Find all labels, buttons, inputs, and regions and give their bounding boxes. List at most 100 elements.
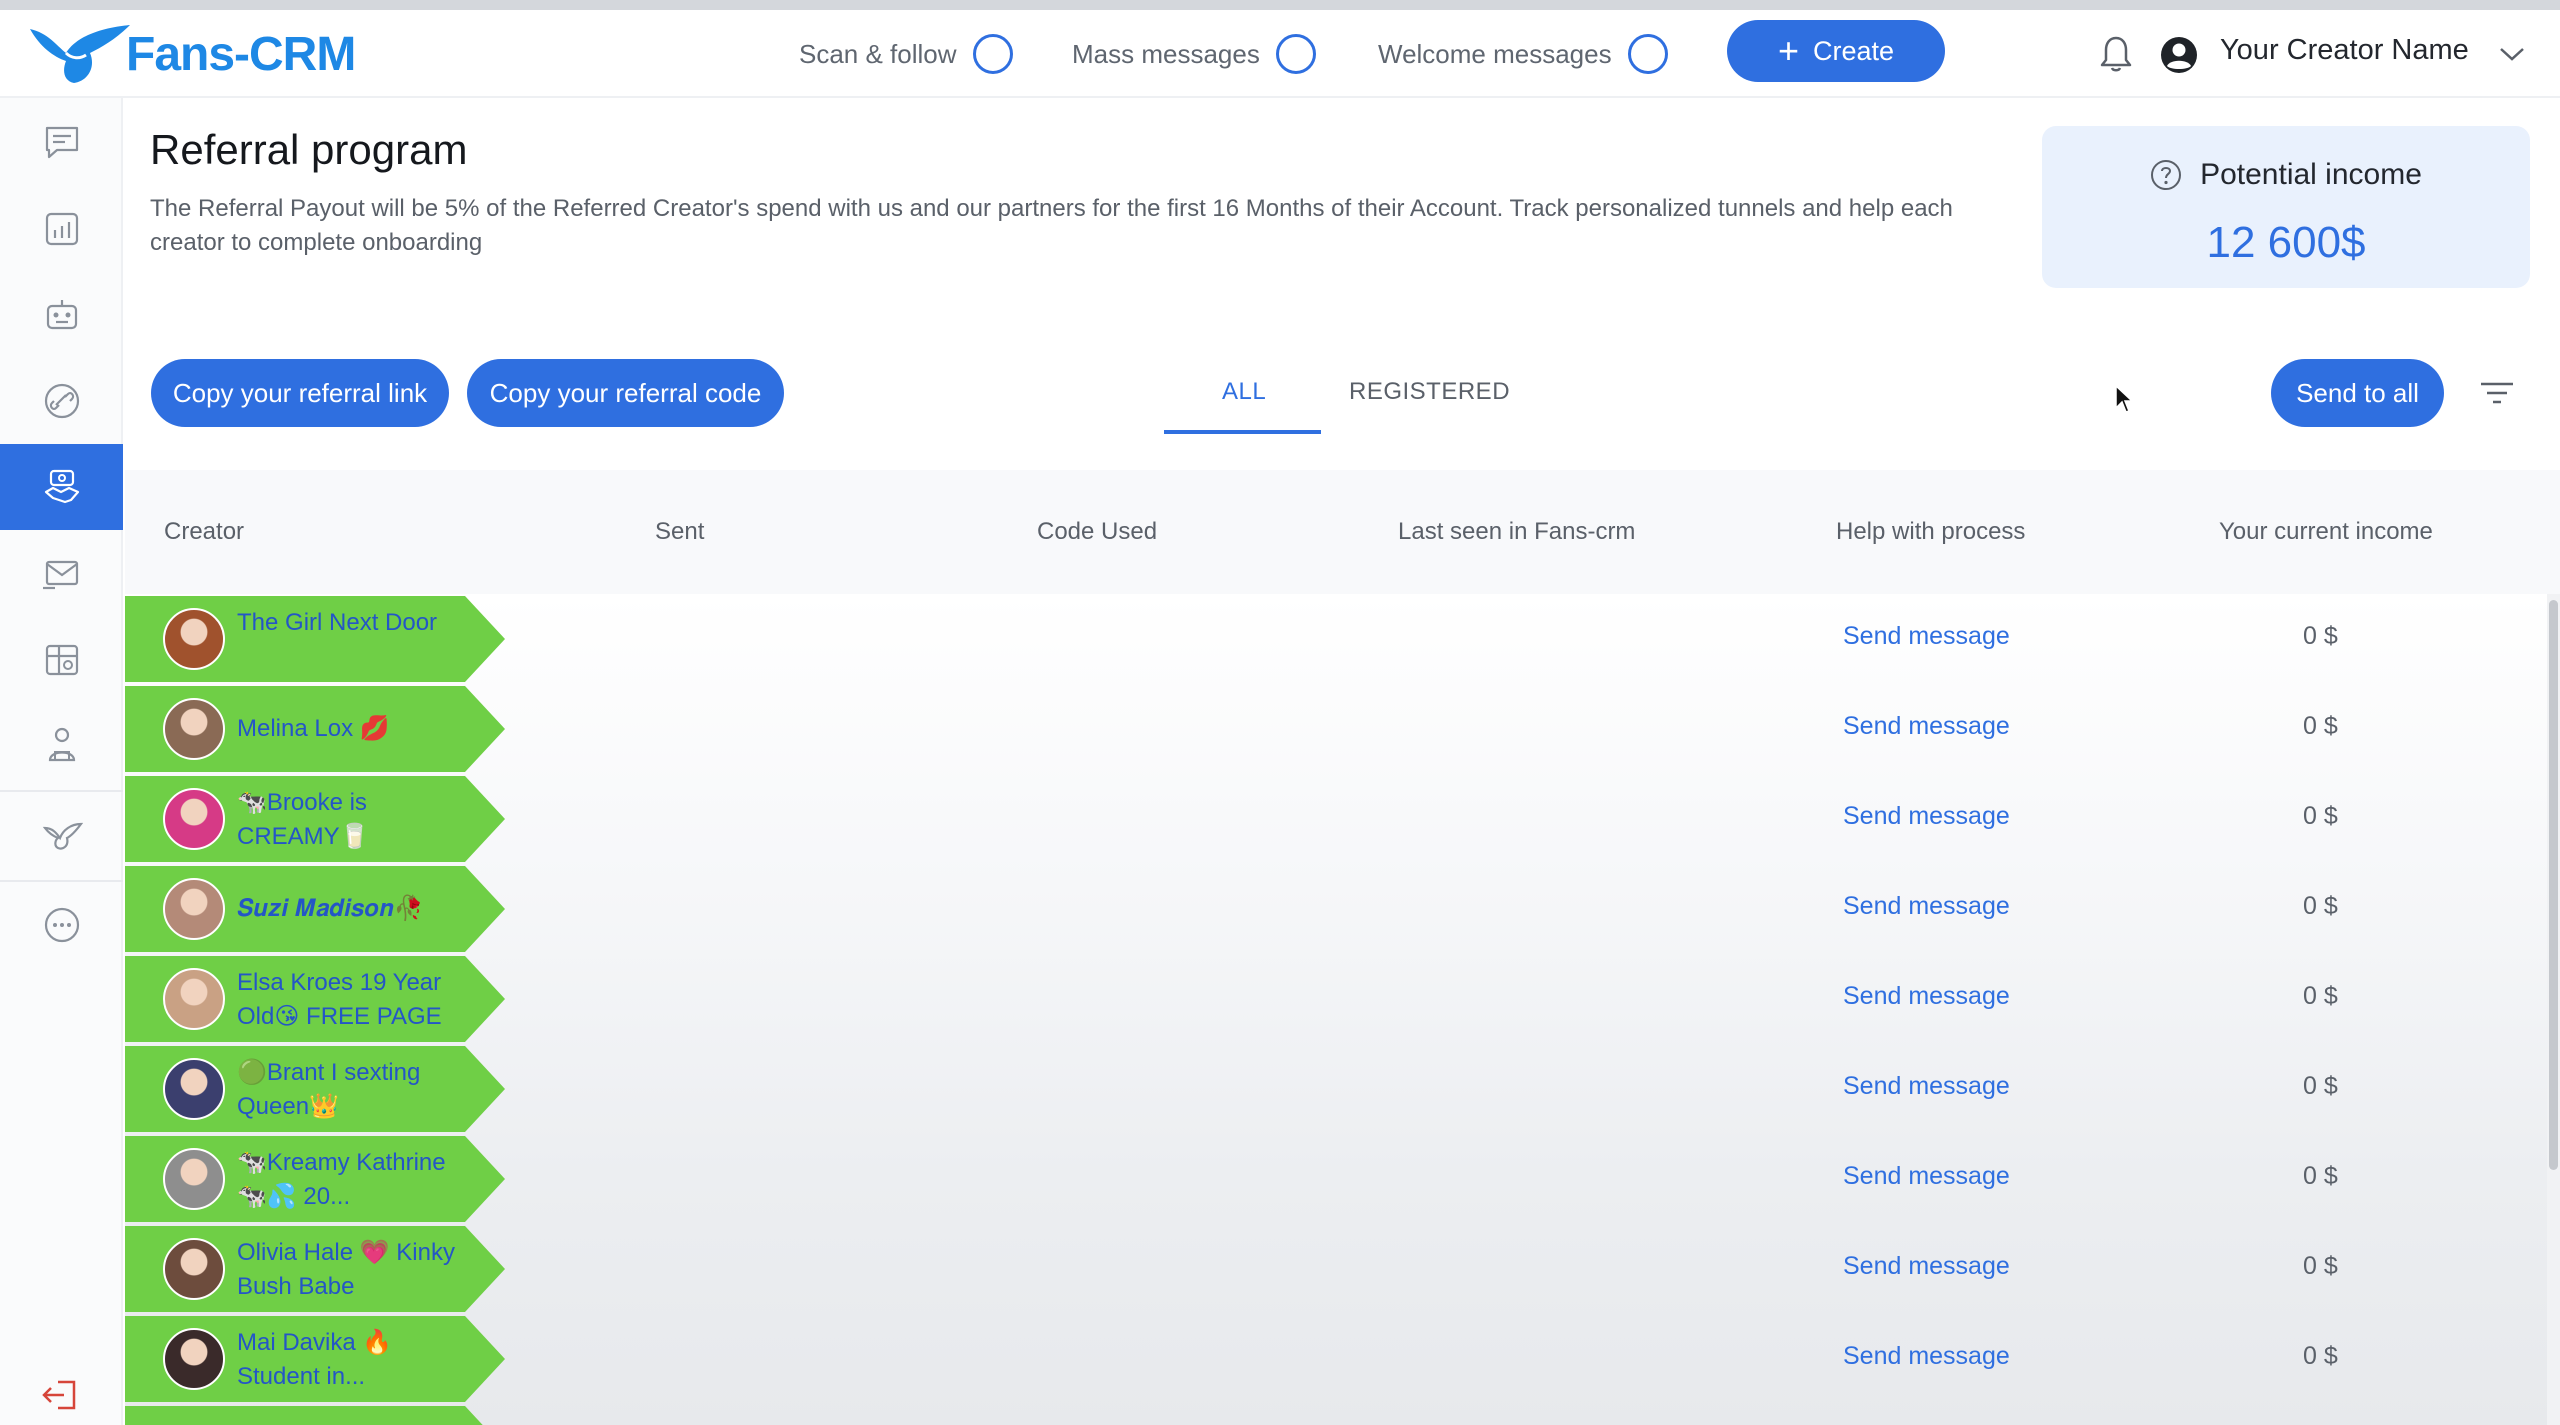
active-tab-indicator: [1164, 430, 1321, 434]
tracking-link-icon: [44, 383, 79, 419]
toggle-ring-icon[interactable]: [972, 34, 1013, 74]
sidebar-item-tracking-links[interactable]: [0, 358, 123, 444]
avatar: [163, 968, 225, 1030]
sidebar-item-chats[interactable]: [0, 100, 123, 186]
column-header-last-seen[interactable]: Last seen in Fans-crm: [1398, 518, 1635, 546]
send-message-link[interactable]: Send message: [1843, 892, 2010, 921]
table-row: Olivia Hale 💗 Kinky Bush Babe Send messa…: [125, 1224, 2547, 1314]
creator-name[interactable]: Mai Davika 🔥 Student in...: [237, 1326, 457, 1394]
creator-cell[interactable]: 🐄Kreamy Kathrine🐄💦 20...: [125, 1136, 505, 1222]
create-button[interactable]: + Create: [1727, 20, 1945, 82]
send-message-link[interactable]: Send message: [1843, 1252, 2010, 1281]
bot-icon: [46, 300, 77, 330]
sidebar: [0, 98, 123, 1425]
send-message-link[interactable]: Send message: [1843, 982, 2010, 1011]
sidebar-item-vault[interactable]: [0, 616, 123, 702]
copy-referral-link-button[interactable]: Copy your referral link: [151, 359, 449, 427]
user-account-icon[interactable]: [2160, 36, 2198, 74]
send-message-link[interactable]: Send message: [1843, 1342, 2010, 1371]
mass-messages-toggle[interactable]: Mass messages: [1072, 32, 1316, 76]
chat-icon: [45, 126, 78, 159]
sidebar-item-analytics[interactable]: [0, 186, 123, 272]
creator-name[interactable]: 𝑺𝒖𝒛𝒊 𝑴𝒂𝒅𝒊𝒔𝒐𝒏🥀: [237, 892, 457, 926]
copy-referral-code-button[interactable]: Copy your referral code: [467, 359, 784, 427]
table-row: 𝑺𝒖𝒛𝒊 𝑴𝒂𝒅𝒊𝒔𝒐𝒏🥀 Send message 0 $: [125, 864, 2547, 954]
mouse-cursor-icon: [2115, 384, 2134, 413]
create-label: Create: [1812, 35, 1895, 66]
table-row: The Girl Next Door Send message 0 $: [125, 594, 2547, 684]
column-header-help[interactable]: Help with process: [1836, 518, 2025, 546]
table-row: Elsa Kroes 19 Year Old😘 FREE PAGE Send m…: [125, 954, 2547, 1044]
toggle-ring-icon[interactable]: [1627, 34, 1668, 74]
avatar: [163, 878, 225, 940]
creator-cell[interactable]: 🐄Brooke is CREAMY🥛: [125, 776, 505, 862]
potential-income-header: Potential income: [2042, 158, 2530, 192]
welcome-messages-label: Welcome messages: [1378, 38, 1612, 69]
page-description: The Referral Payout will be 5% of the Re…: [150, 195, 1953, 256]
avatar: [163, 1328, 225, 1390]
tab-registered[interactable]: REGISTERED: [1349, 378, 1510, 406]
potential-income-card: Potential income 12 600$: [2042, 126, 2530, 288]
current-income-value: 0 $: [2303, 1342, 2338, 1370]
toggle-ring-icon[interactable]: [1275, 34, 1316, 74]
current-income-value: 0 $: [2303, 982, 2338, 1010]
window-top-strip: [0, 0, 2560, 10]
potential-income-value: 12 600$: [2206, 218, 2366, 267]
creator-cell[interactable]: 🟢Brant I sexting Queen👑: [125, 1046, 505, 1132]
help-question-icon[interactable]: [2150, 159, 2182, 191]
column-header-income[interactable]: Your current income: [2219, 518, 2433, 546]
creator-name[interactable]: 🐄Brooke is CREAMY🥛: [237, 786, 457, 854]
creator-tag-background: [125, 1406, 483, 1425]
creator-cell[interactable]: Melina Lox 💋: [125, 686, 505, 772]
sidebar-item-referral[interactable]: [0, 444, 123, 530]
tab-all[interactable]: ALL: [1222, 378, 1266, 406]
creator-cell[interactable]: 𝑺𝒖𝒛𝒊 𝑴𝒂𝒅𝒊𝒔𝒐𝒏🥀: [125, 866, 505, 952]
send-message-link[interactable]: Send message: [1843, 802, 2010, 831]
creator-cell[interactable]: [125, 1406, 505, 1425]
creator-cell[interactable]: Mai Davika 🔥 Student in...: [125, 1316, 505, 1402]
scan-follow-toggle[interactable]: Scan & follow: [799, 32, 1013, 76]
sidebar-item-bot[interactable]: [0, 272, 123, 358]
creator-name[interactable]: Olivia Hale 💗 Kinky Bush Babe: [237, 1236, 457, 1304]
column-header-creator[interactable]: Creator: [164, 518, 244, 546]
user-name[interactable]: Your Creator Name: [2220, 34, 2469, 67]
referral-handshake-icon: [44, 469, 79, 504]
scan-follow-label: Scan & follow: [799, 38, 957, 69]
send-message-link[interactable]: Send message: [1843, 622, 2010, 651]
mass-messages-label: Mass messages: [1072, 38, 1260, 69]
column-header-sent[interactable]: Sent: [655, 518, 704, 546]
welcome-messages-toggle[interactable]: Welcome messages: [1378, 32, 1668, 76]
creator-cell[interactable]: Elsa Kroes 19 Year Old😘 FREE PAGE: [125, 956, 505, 1042]
creator-name[interactable]: Elsa Kroes 19 Year Old😘 FREE PAGE: [237, 966, 457, 1034]
filter-icon[interactable]: [2478, 378, 2516, 408]
sidebar-item-more[interactable]: [0, 882, 123, 968]
creator-cell[interactable]: The Girl Next Door: [125, 596, 505, 682]
potential-income-label: Potential income: [2200, 158, 2422, 191]
send-message-link[interactable]: Send message: [1843, 712, 2010, 741]
bell-icon[interactable]: [2098, 34, 2134, 74]
chevron-down-icon[interactable]: [2498, 44, 2526, 64]
current-income-value: 0 $: [2303, 622, 2338, 650]
plus-icon: +: [1777, 30, 1799, 71]
sidebar-item-mass-mail[interactable]: [0, 530, 123, 616]
column-header-code-used[interactable]: Code Used: [1037, 518, 1157, 546]
app-logo[interactable]: Fans-CRM: [26, 22, 356, 86]
creator-name[interactable]: 🐄Kreamy Kathrine🐄💦 20...: [237, 1146, 457, 1214]
avatar: [163, 1148, 225, 1210]
scrollbar-thumb[interactable]: [2549, 600, 2558, 1170]
creator-name[interactable]: 🟢Brant I sexting Queen👑: [237, 1056, 457, 1124]
wing-logo-icon: [30, 25, 130, 83]
vault-icon: [45, 644, 78, 676]
creator-name[interactable]: Melina Lox 💋: [237, 712, 457, 746]
current-income-value: 0 $: [2303, 1072, 2338, 1100]
wing-logo-icon: [42, 822, 83, 850]
creator-cell[interactable]: Olivia Hale 💗 Kinky Bush Babe: [125, 1226, 505, 1312]
creator-name[interactable]: The Girl Next Door: [237, 606, 457, 640]
app-name: Fans-CRM: [126, 27, 356, 81]
send-to-all-button[interactable]: Send to all: [2271, 359, 2444, 427]
send-message-link[interactable]: Send message: [1843, 1072, 2010, 1101]
sidebar-item-fans-crm[interactable]: [0, 792, 123, 878]
send-message-link[interactable]: Send message: [1843, 1162, 2010, 1191]
sidebar-item-agency[interactable]: [0, 702, 123, 788]
logout-icon[interactable]: [40, 1378, 80, 1412]
